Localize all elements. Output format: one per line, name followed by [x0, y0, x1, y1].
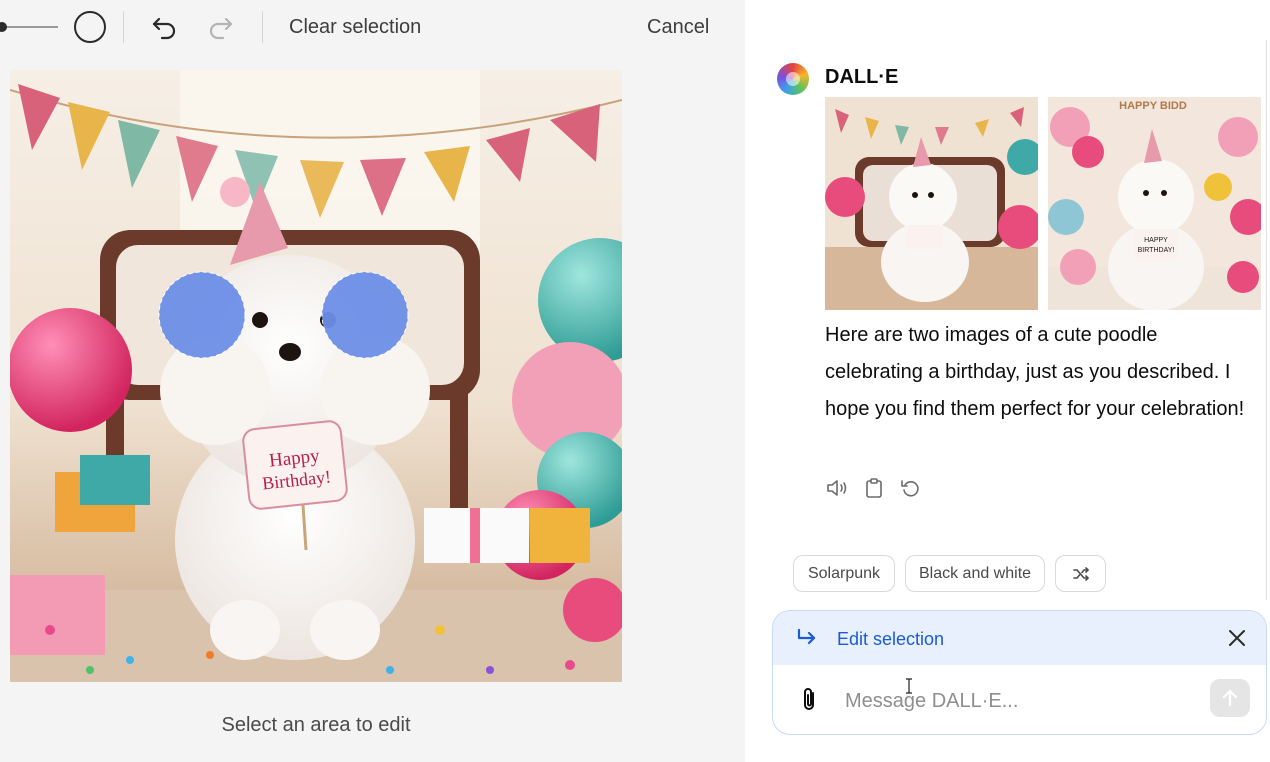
selection-mask-left — [158, 271, 246, 359]
text-cursor-icon — [906, 678, 912, 694]
selection-mask-right — [321, 271, 409, 359]
suggestion-chip[interactable]: Solarpunk — [793, 555, 895, 592]
brush-size-slider[interactable] — [0, 26, 58, 28]
arrow-up-icon — [1222, 689, 1238, 707]
clipboard-icon[interactable] — [862, 476, 886, 500]
chat-panel: DALL·E HAPPY BIDD HAPPY BIRTHDAY! Here a… — [745, 0, 1270, 762]
undo-icon[interactable] — [150, 12, 180, 42]
editable-image-canvas[interactable]: Happy Birthday! — [10, 70, 622, 682]
brush-size-slider-handle[interactable] — [0, 22, 7, 32]
shuffle-icon — [1072, 566, 1089, 581]
reply-arrow-icon — [797, 628, 816, 645]
sender-name: DALL·E — [825, 66, 899, 88]
thumb2-banner-text: HAPPY BIDD — [1119, 100, 1187, 112]
send-button[interactable] — [1210, 679, 1250, 717]
brush-size-preview-icon — [74, 11, 106, 43]
editor-toolbar: Clear selection Cancel — [0, 0, 745, 56]
edit-selection-bar: Edit selection — [773, 611, 1266, 665]
assistant-message: Here are two images of a cute poodle cel… — [825, 324, 1245, 420]
thumb2-sign-line2: BIRTHDAY! — [1138, 247, 1175, 254]
close-icon[interactable] — [1226, 627, 1248, 649]
generated-image-1[interactable] — [825, 97, 1038, 310]
toolbar-divider — [262, 11, 263, 43]
edit-selection-label: Edit selection — [837, 629, 945, 649]
paperclip-icon[interactable] — [797, 686, 823, 714]
shuffle-button[interactable] — [1055, 555, 1106, 592]
dalle-avatar — [777, 63, 809, 95]
message-composer: Edit selection — [772, 610, 1267, 735]
cancel-button[interactable]: Cancel — [647, 16, 709, 39]
message-input[interactable] — [845, 688, 1185, 714]
regenerate-icon[interactable] — [899, 476, 923, 500]
editor-hint: Select an area to edit — [221, 714, 411, 736]
scrollbar[interactable] — [1266, 40, 1267, 600]
image-editor-panel: Clear selection Cancel Happy Birthday! S… — [0, 0, 745, 762]
suggestion-chip[interactable]: Black and white — [905, 555, 1045, 592]
clear-selection-button[interactable]: Clear selection — [289, 16, 421, 39]
speaker-icon[interactable] — [825, 476, 849, 500]
toolbar-divider — [123, 11, 124, 43]
thumb2-sign-line1: HAPPY — [1144, 237, 1168, 244]
redo-icon[interactable] — [205, 12, 235, 42]
generated-image-2[interactable]: HAPPY BIDD HAPPY BIRTHDAY! — [1048, 97, 1261, 310]
